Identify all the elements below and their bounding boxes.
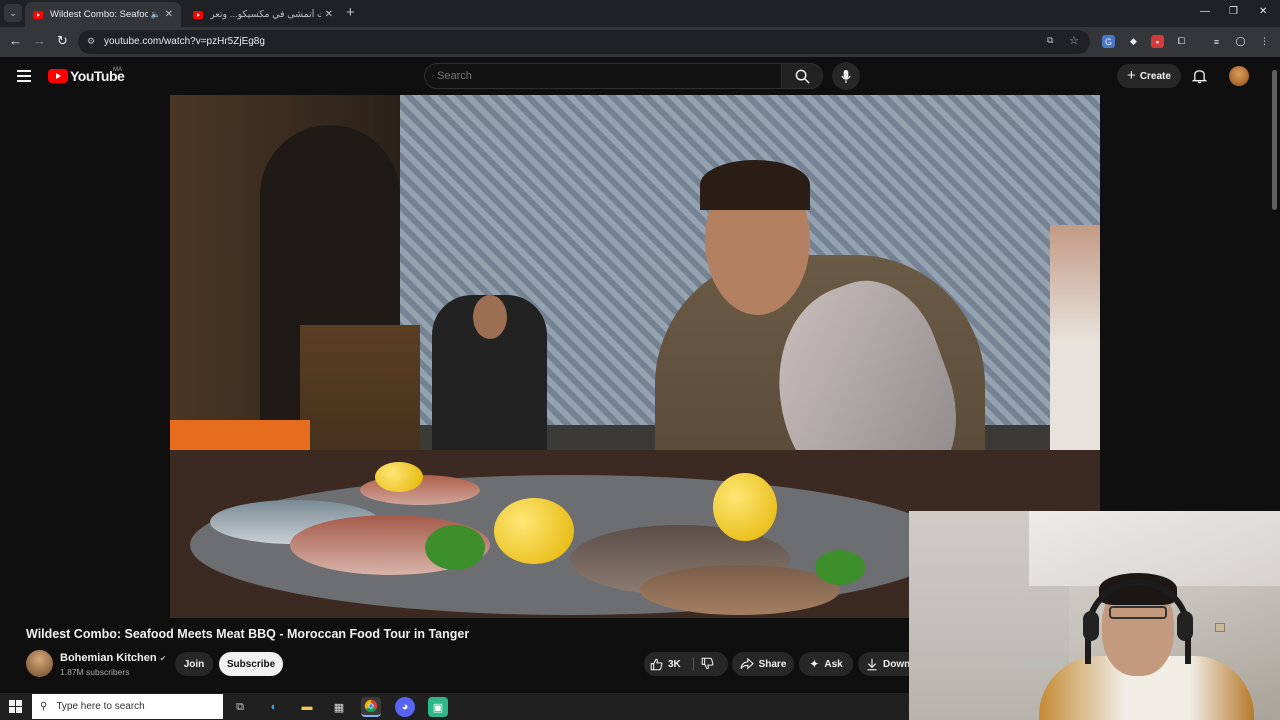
extension-red-icon[interactable]: ▪ [1151, 35, 1164, 48]
headset-earcup-left [1083, 611, 1099, 641]
share-icon [740, 658, 754, 670]
back-button[interactable]: ← [9, 34, 22, 48]
search-icon [795, 69, 810, 84]
like-divider [693, 657, 694, 671]
webcam-overlay [909, 511, 1280, 720]
chrome-logo-icon [364, 699, 378, 713]
install-app-icon[interactable]: ⧉ [1047, 35, 1053, 46]
chrome-browser-icon[interactable] [361, 697, 381, 717]
minimize-button[interactable]: — [1200, 6, 1210, 17]
subscriber-count: 1.87M subscribers [60, 667, 130, 677]
tab-mexico-video[interactable]: خرجت أتمشى في مكسيكو... وتعر ✕ [185, 2, 341, 27]
tab-title: خرجت أتمشى في مكسيكو... وتعر [210, 9, 321, 20]
discord-icon[interactable]: ◕ [395, 697, 415, 717]
channel-name-row[interactable]: Bohemian Kitchen ✔ [60, 652, 166, 664]
translate-extension-icon[interactable]: G [1102, 35, 1115, 48]
page-scrollbar[interactable] [1272, 70, 1277, 210]
video-frame-lettuce [425, 525, 485, 570]
verified-icon: ✔ [159, 654, 167, 663]
youtube-masthead: YouTube MA + Create [0, 57, 1280, 95]
extensions-puzzle-icon[interactable]: ⧠ [1175, 35, 1188, 48]
share-label: Share [758, 658, 787, 670]
bookmark-star-icon[interactable]: ☆ [1069, 34, 1079, 47]
channel-name: Bohemian Kitchen [60, 652, 157, 664]
obs-app-icon[interactable]: ▣ [428, 697, 448, 717]
country-code: MA [113, 67, 122, 73]
new-tab-button[interactable]: + [346, 5, 355, 20]
chevron-down-icon: ⌄ [9, 7, 17, 18]
tab-wildest-combo[interactable]: Wildest Combo: Seafood M 🔈 ✕ [25, 2, 181, 27]
bell-icon [1191, 70, 1208, 84]
video-frame-background-head [473, 295, 507, 339]
close-tab-icon[interactable]: ✕ [325, 9, 333, 20]
taskbar-search-placeholder: Type here to search [56, 701, 145, 712]
youtube-play-icon [48, 69, 68, 83]
video-frame-lemon [375, 462, 423, 492]
video-title: Wildest Combo: Seafood Meets Meat BBQ - … [26, 627, 470, 641]
close-tab-icon[interactable]: ✕ [165, 9, 173, 20]
task-view-icon[interactable]: ⧉ [230, 697, 250, 717]
like-dislike-group: 3K [644, 652, 728, 676]
plus-icon: + [1127, 67, 1136, 84]
browser-tab-strip: ⌄ Wildest Combo: Seafood M 🔈 ✕ خرجت أتمش… [0, 0, 1280, 27]
ask-button[interactable]: ✦ Ask [799, 652, 853, 676]
headset-earcup-right [1177, 611, 1193, 641]
account-avatar[interactable] [1229, 66, 1249, 86]
voice-search-button[interactable] [832, 62, 860, 90]
extension-diamond-icon[interactable]: ◆ [1127, 35, 1140, 48]
windows-taskbar: ⚲ Type here to search ⧉ ◐ ▬ ▦ ◕ ▣ [0, 693, 909, 720]
video-frame-fish [640, 565, 840, 615]
join-button[interactable]: Join [175, 652, 213, 676]
file-explorer-icon[interactable]: ▬ [297, 697, 317, 717]
search-input[interactable] [425, 64, 781, 88]
browser-menu-icon[interactable]: ⋮ [1258, 35, 1271, 48]
tab-search-button[interactable]: ⌄ [4, 4, 22, 22]
webcam-light-switch [1215, 623, 1225, 632]
download-label: Down [883, 658, 911, 670]
search-box [424, 63, 782, 89]
video-frame-host-hair [700, 160, 810, 210]
youtube-favicon-icon [193, 10, 203, 19]
video-frame-lettuce [815, 550, 865, 585]
tab-title: Wildest Combo: Seafood M [50, 9, 148, 20]
restore-button[interactable]: ❐ [1229, 6, 1238, 17]
thumbs-up-icon [650, 658, 663, 670]
channel-avatar[interactable] [26, 650, 53, 677]
thumbs-down-icon [701, 657, 714, 670]
site-info-icon[interactable]: ⚙ [87, 36, 95, 47]
forward-button[interactable]: → [33, 34, 46, 48]
reload-button[interactable]: ↻ [57, 34, 68, 48]
address-bar[interactable]: ⚙ youtube.com/watch?v=pzHr5ZjEg8g ⧉ ☆ [78, 30, 1090, 54]
close-window-button[interactable]: ✕ [1259, 6, 1267, 17]
edge-browser-icon[interactable]: ◐ [264, 697, 284, 717]
hamburger-menu-icon[interactable] [17, 70, 31, 85]
like-button[interactable]: 3K [650, 652, 692, 676]
ask-label: Ask [824, 658, 843, 670]
microsoft-store-icon[interactable]: ▦ [329, 697, 349, 717]
download-icon [867, 658, 877, 670]
browser-toolbar: ← → ↻ ⚙ youtube.com/watch?v=pzHr5ZjEg8g … [0, 27, 1280, 57]
url-text: youtube.com/watch?v=pzHr5ZjEg8g [104, 36, 265, 47]
dislike-button[interactable] [701, 657, 714, 673]
create-label: Create [1139, 70, 1171, 82]
microphone-icon [841, 69, 851, 83]
reading-list-icon[interactable]: ≡ [1210, 35, 1223, 48]
like-count: 3K [668, 658, 681, 670]
profile-icon[interactable]: ◯ [1234, 35, 1247, 48]
youtube-favicon-icon [33, 10, 43, 19]
sparkle-icon: ✦ [809, 657, 820, 671]
notifications-button[interactable] [1191, 68, 1208, 89]
create-button[interactable]: + Create [1117, 64, 1181, 88]
video-frame-lemon [713, 473, 777, 541]
taskbar-search-box[interactable]: ⚲ Type here to search [32, 694, 223, 719]
video-frame-lemon [494, 498, 574, 564]
search-icon: ⚲ [40, 701, 48, 712]
speaker-icon[interactable]: 🔈 [151, 10, 161, 19]
search-button[interactable] [781, 63, 823, 89]
share-button[interactable]: Share [732, 652, 794, 676]
subscribe-button[interactable]: Subscribe [219, 652, 283, 676]
windows-start-icon[interactable] [9, 700, 22, 713]
